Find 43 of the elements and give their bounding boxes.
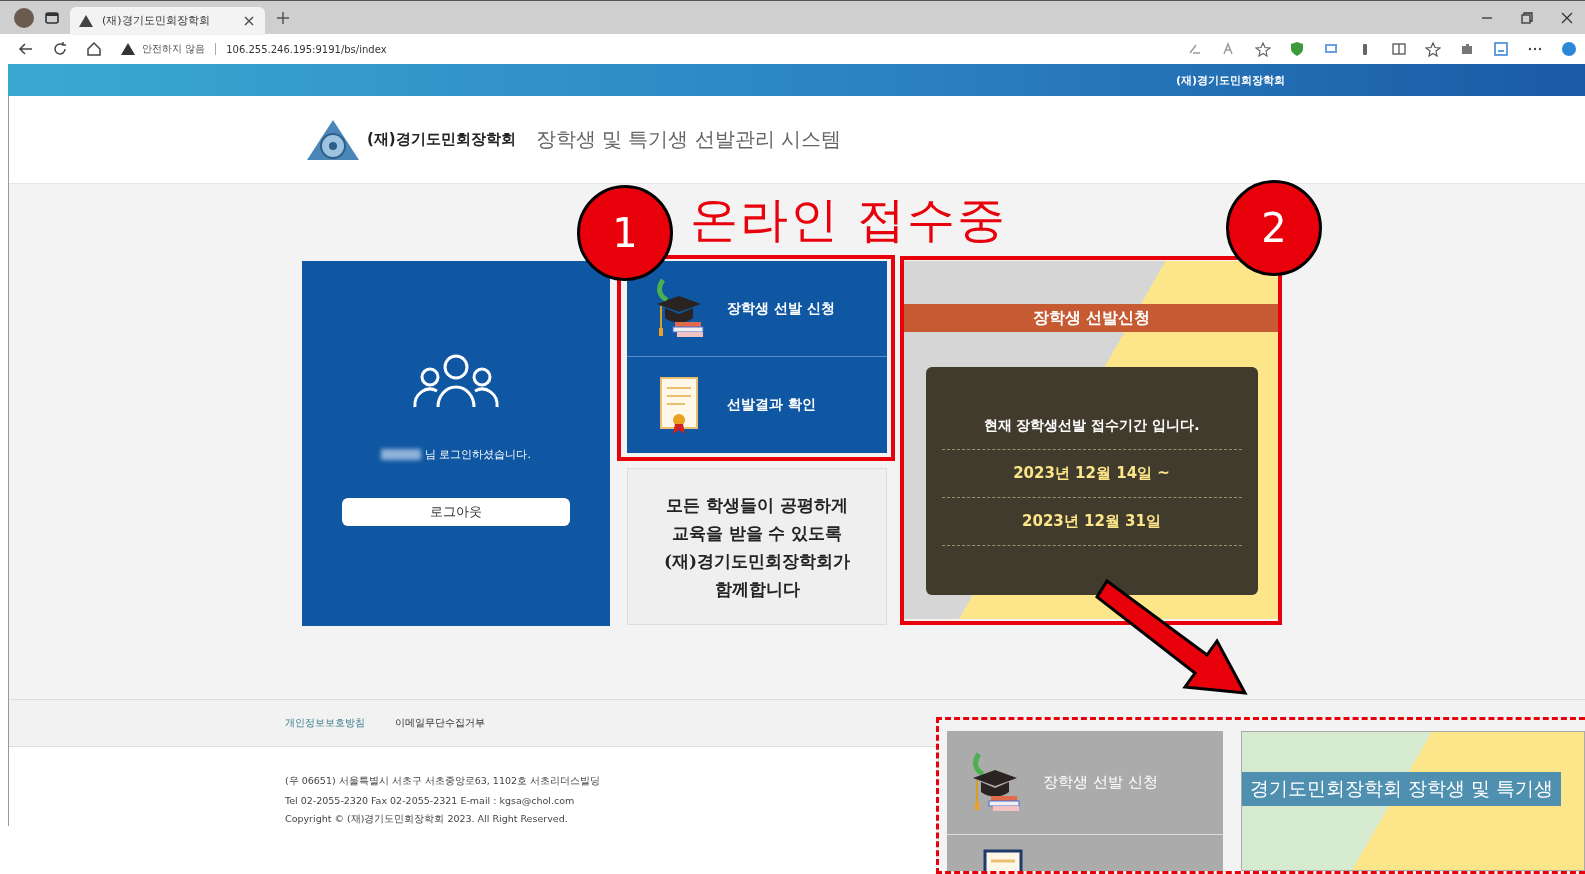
footer-text: Copyright © (재)경기도민회장학회 2023. All Right Reserved. bbox=[285, 813, 568, 826]
notice-message: 현재 장학생선발 접수기간 입니다. bbox=[941, 417, 1242, 450]
new-tab-icon[interactable] bbox=[275, 9, 291, 26]
menu-item[interactable]: 선발결과 확인 bbox=[627, 357, 887, 453]
home-icon[interactable] bbox=[86, 41, 102, 57]
menu-item-label: 선발결과 확인 bbox=[727, 396, 816, 414]
security-warning[interactable]: 안전하지 않음 bbox=[142, 42, 206, 56]
profile-avatar[interactable] bbox=[14, 7, 34, 28]
footer-link[interactable]: 이메일무단수집거부 bbox=[395, 716, 485, 730]
slogan-line: 교육을 받을 수 있도록 bbox=[671, 521, 843, 545]
slogan-line: 모든 학생들이 공평하게 bbox=[666, 493, 848, 517]
reload-icon[interactable] bbox=[52, 41, 68, 57]
split-screen-icon[interactable] bbox=[1391, 41, 1407, 57]
logout-button[interactable]: 로그아웃 bbox=[342, 498, 570, 526]
menu-item-label: 장학생 선발 신청 bbox=[727, 299, 835, 318]
notice-date: 2023년 12월 31일 bbox=[941, 498, 1242, 546]
favorites-icon[interactable] bbox=[1425, 41, 1441, 57]
system-title: 장학생 및 특기생 선발관리 시스템 bbox=[535, 126, 842, 153]
warning-icon bbox=[120, 41, 136, 57]
tab-actions-icon[interactable] bbox=[44, 9, 60, 26]
people-icon bbox=[411, 353, 501, 409]
footer-text: (우 06651) 서울특별시 서초구 서초중앙로63, 1102호 서초리더스빌딩 bbox=[285, 775, 601, 788]
annotation-label: 온라인 접수중 bbox=[690, 190, 1008, 249]
footer-link[interactable]: 개인정보보호방침 bbox=[285, 716, 365, 730]
shield-icon[interactable] bbox=[1289, 41, 1305, 57]
footer-text: Tel 02-2055-2320 Fax 02-2055-2321 E-mail : kgsa@chol.com bbox=[285, 795, 575, 806]
collections-icon[interactable] bbox=[1493, 41, 1509, 57]
site-header: (재)경기도민회장학회 bbox=[8, 64, 1585, 96]
browser-tab[interactable]: (재)경기도민회장학회 bbox=[70, 6, 265, 35]
blurred-name bbox=[381, 449, 421, 460]
notice-date: 2023년 12월 14일 ~ bbox=[941, 450, 1242, 498]
address-url[interactable]: 106.255.246.195:9191/bs/index bbox=[226, 43, 387, 55]
tab-title: (재)경기도민회장학회 bbox=[102, 13, 211, 28]
menu-item-label: 장학생 선발 신청 bbox=[1043, 773, 1158, 792]
back-icon[interactable] bbox=[18, 41, 34, 57]
organization-name: (재)경기도민회장학회 bbox=[367, 130, 516, 149]
slogan-line: 함께합니다 bbox=[714, 577, 800, 601]
restore-icon[interactable] bbox=[1519, 9, 1535, 26]
star-icon[interactable] bbox=[1255, 41, 1271, 57]
login-message: 님 로그인하셨습니다. bbox=[425, 447, 531, 462]
slogan-line: (재)경기도민회장학회가 bbox=[663, 549, 851, 573]
copilot-icon[interactable] bbox=[1561, 41, 1577, 57]
notice-banner: 경기도민회장학회 장학생 및 특기생 bbox=[1242, 772, 1562, 806]
